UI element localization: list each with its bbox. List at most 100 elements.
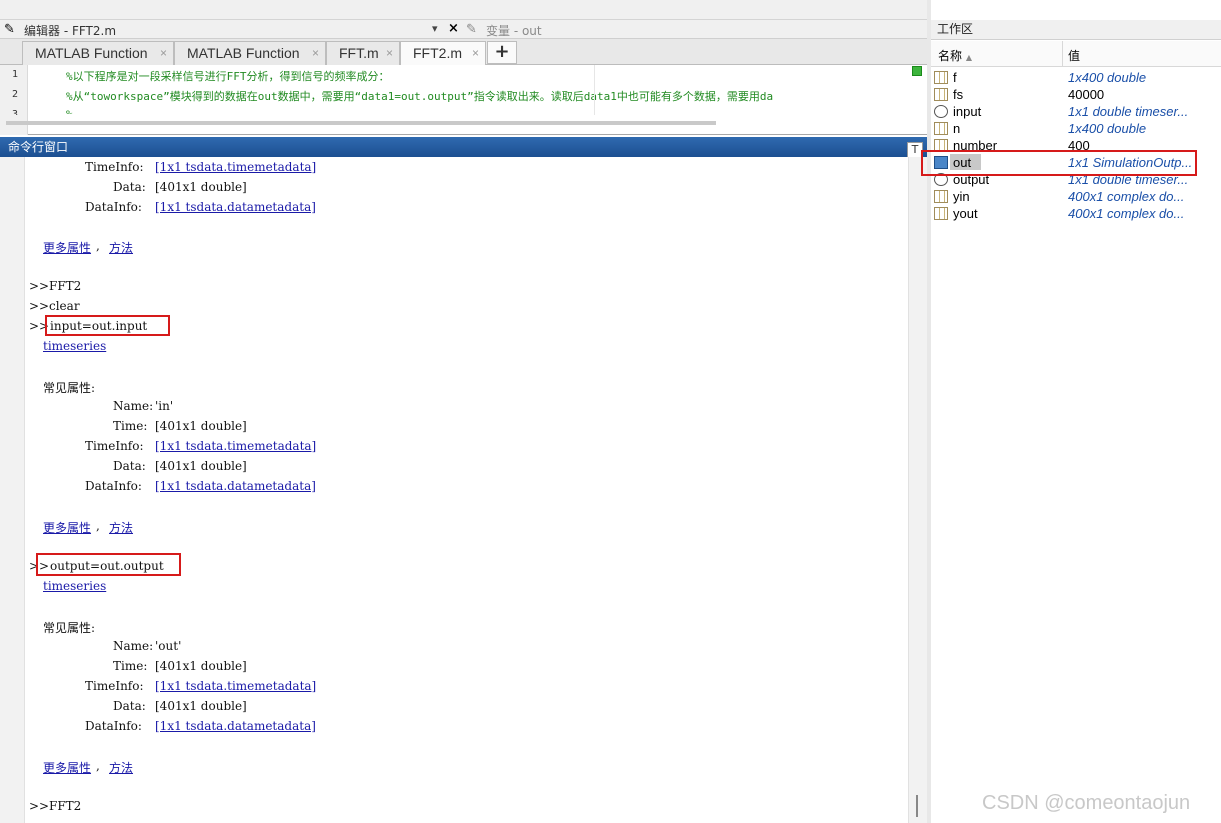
datainfo-link[interactable]: [1x1 tsdata.datametadata]: [155, 200, 316, 214]
timeinfo-link[interactable]: [1x1 tsdata.timemetadata]: [155, 439, 316, 453]
prop-label: Name:: [113, 639, 154, 653]
variable-name: yin: [953, 189, 970, 204]
workspace-row-fs[interactable]: fs 40000: [931, 86, 1221, 103]
prop-label: Name:: [113, 399, 154, 413]
variable-name: fs: [953, 87, 964, 102]
column-separator[interactable]: [1062, 41, 1063, 67]
prop-label: TimeInfo:: [85, 439, 144, 453]
variable-name: f: [953, 70, 957, 85]
variable-name: input: [953, 104, 982, 119]
column-name-label: 名称: [938, 49, 963, 63]
line-number: 1: [12, 69, 19, 80]
common-properties-label: 常见属性:: [43, 621, 96, 635]
more-properties-link[interactable]: 更多属性: [43, 519, 91, 536]
prop-label: TimeInfo:: [85, 160, 144, 174]
matrix-icon: [934, 207, 948, 220]
methods-link[interactable]: 方法: [109, 759, 133, 776]
matrix-icon: [934, 122, 948, 135]
editor-horizontal-scrollbar[interactable]: [6, 121, 716, 125]
code-line[interactable]: %以下程序是对一段采样信号进行FFT分析，得到信号的频率成分：: [66, 68, 892, 84]
workspace-row-f[interactable]: f 1x400 double: [931, 69, 1221, 86]
tab-close-icon[interactable]: ×: [312, 42, 319, 64]
code-line[interactable]: %从“toworkspace”模块得到的数据在out数据中，需要用“data1=…: [66, 88, 892, 104]
prop-value: [401x1 double]: [155, 180, 247, 194]
variable-name: n: [953, 121, 961, 136]
variable-name: yout: [953, 206, 978, 221]
code-analyzer-status-icon[interactable]: [912, 66, 922, 76]
variable-value: 1x400 double: [1068, 70, 1147, 85]
prompt: >>: [29, 799, 50, 813]
command-window-title: 命令行窗口: [0, 137, 927, 157]
editor-title: 编辑器 - FFT2.m: [24, 24, 117, 38]
right-margin-line: [594, 65, 595, 115]
tab-close-icon[interactable]: ×: [160, 42, 167, 64]
highlight-box-out-variable: [921, 150, 1197, 176]
more-properties-link[interactable]: 更多属性: [43, 759, 91, 776]
command-window[interactable]: TimeInfo: [1x1 tsdata.timemetadata] Data…: [0, 157, 927, 823]
common-properties-label: 常见属性:: [43, 381, 96, 395]
prop-label: Data:: [113, 459, 146, 473]
prompt: >>: [29, 279, 50, 293]
prop-value: [401x1 double]: [155, 659, 247, 673]
prop-value: [401x1 double]: [155, 459, 247, 473]
tab-matlab-function-1[interactable]: MATLAB Function ×: [22, 41, 174, 65]
methods-link[interactable]: 方法: [109, 519, 133, 536]
workspace-row-yin[interactable]: yin 400x1 complex do...: [931, 188, 1221, 205]
timeseries-link[interactable]: timeseries: [43, 579, 106, 593]
tab-close-icon[interactable]: ×: [472, 42, 479, 64]
datainfo-link[interactable]: [1x1 tsdata.datametadata]: [155, 479, 316, 493]
timeinfo-link[interactable]: [1x1 tsdata.timemetadata]: [155, 160, 316, 174]
prop-label: Time:: [113, 419, 148, 433]
prop-value: 'out': [155, 639, 182, 653]
sort-ascending-icon: ▲: [965, 53, 972, 62]
command-text: FFT2: [49, 799, 82, 813]
code-line[interactable]: %: [66, 108, 892, 114]
tab-matlab-function-2[interactable]: MATLAB Function ×: [174, 41, 326, 65]
tab-close-icon[interactable]: ×: [386, 42, 393, 64]
variable-value: 400x1 complex do...: [1068, 189, 1185, 204]
command-text: FFT2: [49, 279, 82, 293]
timeseries-icon: [934, 105, 948, 118]
line-number: 3: [12, 109, 19, 115]
command-text: clear: [49, 299, 80, 313]
column-name-header[interactable]: 名称 ▲: [938, 47, 972, 64]
matrix-icon: [934, 88, 948, 101]
tab-fft[interactable]: FFT.m ×: [326, 41, 400, 65]
variables-title[interactable]: 变量 - out: [486, 22, 542, 39]
timeinfo-link[interactable]: [1x1 tsdata.timemetadata]: [155, 679, 316, 693]
workspace-variable-list: f 1x400 double fs 40000 input 1x1 double…: [931, 67, 1221, 823]
workspace-title: 工作区: [931, 20, 1221, 40]
editor-close-icon[interactable]: ×: [448, 21, 459, 36]
prop-label: DataInfo:: [85, 719, 142, 733]
workspace-row-input[interactable]: input 1x1 double timeser...: [931, 103, 1221, 120]
comma: ,: [96, 759, 100, 773]
tab-fft2[interactable]: FFT2.m ×: [400, 41, 486, 65]
prop-label: TimeInfo:: [85, 679, 144, 693]
tab-label: FFT.m: [339, 45, 379, 61]
methods-link[interactable]: 方法: [109, 239, 133, 256]
column-value-header[interactable]: 值: [1068, 47, 1080, 64]
comma: ,: [96, 239, 100, 253]
prop-value: 'in': [155, 399, 174, 413]
variable-value: 1x1 double timeser...: [1068, 104, 1189, 119]
workspace-row-yout[interactable]: yout 400x1 complex do...: [931, 205, 1221, 222]
prop-label: DataInfo:: [85, 200, 142, 214]
workspace-column-header: 名称 ▲ 值: [931, 41, 1221, 67]
matrix-icon: [934, 190, 948, 203]
workspace-row-n[interactable]: n 1x400 double: [931, 120, 1221, 137]
prop-value: [401x1 double]: [155, 699, 247, 713]
command-window-scrollbar[interactable]: [916, 795, 918, 817]
editor-pen-icon: ✎: [4, 22, 15, 37]
variable-value: 400x1 complex do...: [1068, 206, 1185, 221]
timeseries-link[interactable]: timeseries: [43, 339, 106, 353]
add-tab-button[interactable]: +: [487, 41, 517, 64]
more-properties-link[interactable]: 更多属性: [43, 239, 91, 256]
datainfo-link[interactable]: [1x1 tsdata.datametadata]: [155, 719, 316, 733]
prop-label: Time:: [113, 659, 148, 673]
prop-label: Data:: [113, 180, 146, 194]
highlight-box-input: [45, 315, 170, 336]
prop-label: DataInfo:: [85, 479, 142, 493]
editor-dropdown-icon[interactable]: ▾: [432, 22, 438, 35]
matrix-icon: [934, 71, 948, 84]
top-strip: [0, 0, 927, 20]
